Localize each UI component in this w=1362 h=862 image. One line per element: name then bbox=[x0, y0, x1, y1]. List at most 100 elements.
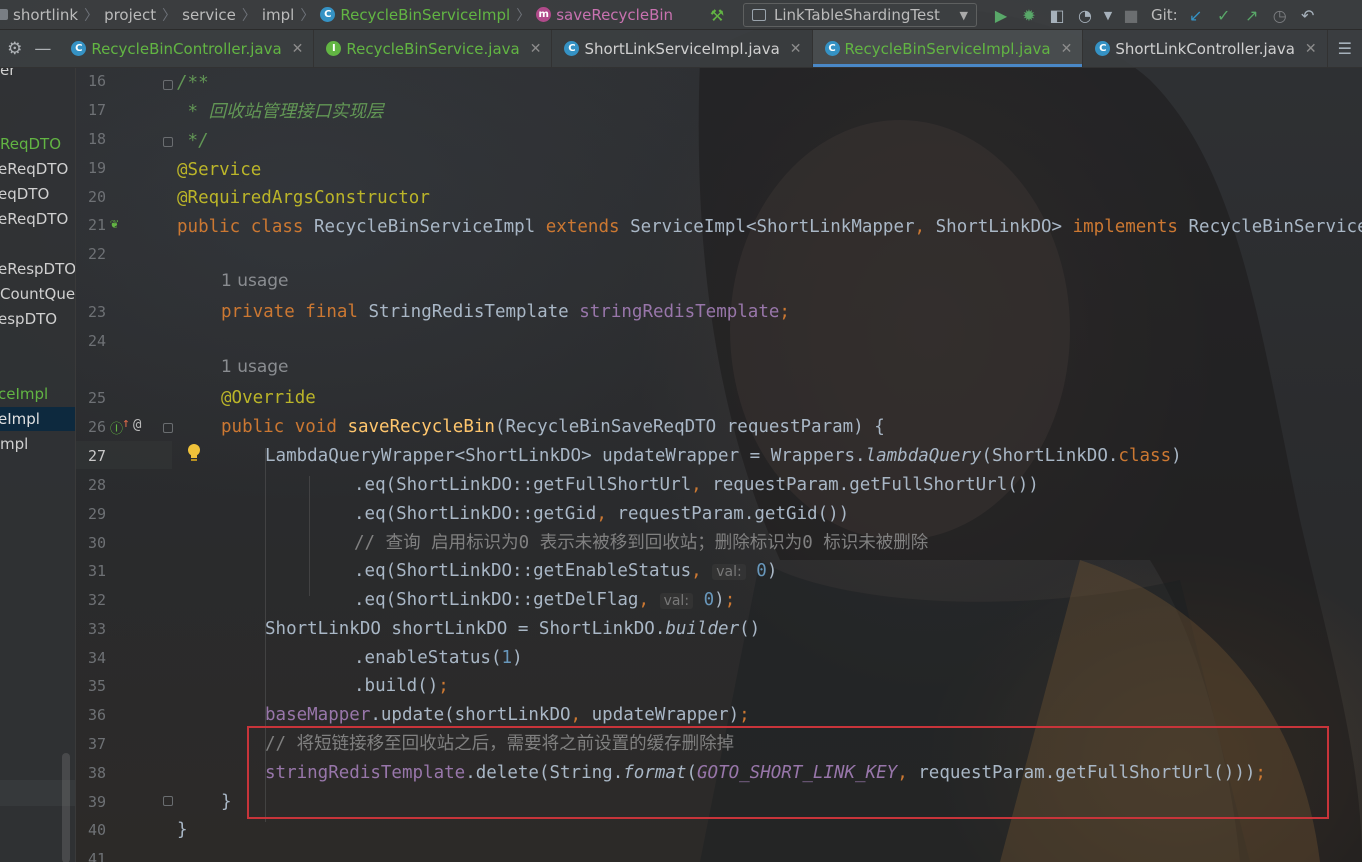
tree-item[interactable]: ceImpl bbox=[0, 382, 48, 406]
tree-item[interactable]: eqDTO bbox=[0, 182, 49, 206]
tab-shortlinkserviceimpl[interactable]: C ShortLinkServiceImpl.java ✕ bbox=[552, 30, 813, 67]
breadcrumb-item-service[interactable]: service bbox=[182, 6, 236, 24]
code-line-36: baseMapper.update(shortLinkDO, updateWra… bbox=[265, 701, 750, 729]
tree-item[interactable]: CountQue bbox=[0, 282, 75, 306]
git-commit-icon[interactable]: ✓ bbox=[1210, 2, 1238, 28]
breadcrumb-separator: 〉 bbox=[162, 7, 177, 24]
git-push-icon[interactable]: ↗ bbox=[1238, 2, 1266, 28]
line-number: 32 bbox=[87, 591, 106, 609]
code: ) bbox=[714, 590, 725, 610]
tree-item[interactable]: eReqDTO bbox=[0, 157, 68, 181]
editor-tab-bar: ⚙ — C RecycleBinController.java ✕ I Recy… bbox=[0, 30, 1362, 68]
run-configuration-dropdown[interactable]: LinkTableShardingTest ▼ bbox=[743, 3, 977, 27]
close-icon[interactable]: ✕ bbox=[1061, 41, 1073, 57]
tree-item[interactable]: mpl bbox=[0, 432, 28, 456]
tree-item[interactable]: eRespDTO bbox=[0, 257, 75, 281]
close-icon[interactable]: ✕ bbox=[292, 41, 304, 57]
debug-icon[interactable]: ✹ bbox=[1015, 2, 1043, 28]
parameter-hint: val: bbox=[712, 564, 746, 580]
annotation: @RequiredArgsConstructor bbox=[177, 188, 430, 208]
keyword: implements bbox=[1072, 217, 1189, 237]
coverage-icon[interactable]: ◧ bbox=[1043, 2, 1071, 28]
tab-label: RecycleBinService.java bbox=[346, 39, 520, 58]
class-name: RecycleBinServiceImpl bbox=[313, 217, 546, 237]
fold-marker[interactable] bbox=[163, 423, 173, 433]
line-number: 17 bbox=[87, 101, 106, 119]
rollback-icon[interactable]: ↶ bbox=[1294, 2, 1322, 28]
tab-overflow[interactable]: ☰ bbox=[1328, 30, 1362, 67]
code-line-19: @Service bbox=[177, 156, 261, 184]
class-icon: C bbox=[320, 7, 336, 22]
tree-item-label: eImpl bbox=[0, 410, 40, 428]
code-line-18: */ bbox=[177, 127, 209, 155]
close-icon[interactable]: ✕ bbox=[530, 41, 542, 57]
profile-icon[interactable]: ◔ bbox=[1071, 2, 1099, 28]
line-comment: // 查询 启用标识为0 表示未被移到回收站；删除标识为0 标识未被删除 bbox=[354, 533, 929, 553]
tree-item[interactable]: ReqDTO bbox=[0, 132, 61, 156]
breadcrumb-item-project[interactable]: project bbox=[104, 6, 156, 24]
more-run-chevron-icon[interactable]: ▼ bbox=[1099, 2, 1117, 28]
number: 1 bbox=[501, 648, 513, 668]
line-number: 33 bbox=[87, 620, 106, 638]
breadcrumb-item-class[interactable]: RecycleBinServiceImpl bbox=[340, 6, 510, 24]
code: updateWrapper) bbox=[591, 705, 740, 725]
static-method: lambdaQuery bbox=[865, 446, 982, 466]
close-icon[interactable]: ✕ bbox=[790, 41, 802, 57]
history-icon[interactable]: ◷ bbox=[1266, 2, 1294, 28]
field: stringRedisTemplate bbox=[265, 763, 466, 783]
line-number: 24 bbox=[87, 332, 106, 350]
code: ( bbox=[686, 763, 697, 783]
line-number: 28 bbox=[87, 476, 106, 494]
code-line-25: @Override bbox=[221, 384, 316, 412]
code: ) bbox=[1171, 446, 1182, 466]
tab-list-icon[interactable]: ☰ bbox=[1338, 39, 1352, 58]
tab-shortlinkcontroller[interactable]: C ShortLinkController.java ✕ bbox=[1083, 30, 1328, 67]
code-line-33: ShortLinkDO shortLinkDO = ShortLinkDO.bu… bbox=[265, 615, 760, 643]
fold-marker[interactable] bbox=[163, 80, 173, 90]
code-line-34: .enableStatus(1) bbox=[354, 644, 523, 672]
code: (ShortLinkDO. bbox=[981, 446, 1119, 466]
tree-item[interactable]: espDTO bbox=[0, 307, 57, 331]
project-scrollbar[interactable] bbox=[62, 753, 70, 862]
chevron-down-icon: ▼ bbox=[959, 8, 968, 22]
lightbulb-icon[interactable] bbox=[186, 443, 202, 463]
tab-label: RecycleBinServiceImpl.java bbox=[844, 39, 1051, 58]
tree-item[interactable]: eReqDTO bbox=[0, 207, 68, 231]
punctuation: , bbox=[570, 705, 592, 725]
keyword: public void bbox=[221, 417, 348, 437]
git-update-icon[interactable]: ↙ bbox=[1182, 2, 1210, 28]
semicolon: ; bbox=[779, 302, 790, 322]
tab-recyclebinservice[interactable]: I RecycleBinService.java ✕ bbox=[314, 30, 553, 67]
build-hammer-icon[interactable]: ⚒ bbox=[703, 2, 731, 28]
breadcrumb-item-shortlink[interactable]: shortlink bbox=[13, 6, 78, 24]
stop-icon[interactable]: ■ bbox=[1117, 2, 1145, 28]
method-name: saveRecycleBin bbox=[347, 417, 495, 437]
close-icon[interactable]: ✕ bbox=[1305, 41, 1317, 57]
type: ServiceImpl<ShortLinkMapper bbox=[630, 217, 915, 237]
constant: GOTO_SHORT_LINK_KEY bbox=[697, 763, 898, 783]
tree-item[interactable]: er bbox=[0, 68, 15, 82]
usage-hint[interactable]: 1 usage bbox=[221, 357, 289, 377]
override-up-arrow-icon[interactable]: ↑ bbox=[122, 416, 130, 431]
code-line-20: @RequiredArgsConstructor bbox=[177, 184, 430, 212]
usage-hint[interactable]: 1 usage bbox=[221, 271, 289, 291]
gear-icon[interactable]: ⚙ bbox=[7, 39, 22, 59]
tab-recyclebincontroller[interactable]: C RecycleBinController.java ✕ bbox=[59, 30, 315, 67]
at-sign-icon[interactable]: @ bbox=[133, 417, 141, 433]
tree-item-selected[interactable]: eImpl bbox=[0, 407, 75, 431]
parameter-hint: val: bbox=[659, 593, 694, 609]
line-number: 41 bbox=[87, 850, 106, 862]
keyword: private final bbox=[221, 302, 369, 322]
breadcrumb-item-method[interactable]: saveRecycleBin bbox=[556, 6, 673, 24]
minimize-icon[interactable]: — bbox=[34, 39, 51, 59]
punctuation: , bbox=[691, 561, 713, 581]
fold-marker[interactable] bbox=[163, 137, 173, 147]
fold-marker[interactable] bbox=[163, 796, 173, 806]
run-icon[interactable]: ▶ bbox=[987, 2, 1015, 28]
tab-recyclebinserviceimpl[interactable]: C RecycleBinServiceImpl.java ✕ bbox=[812, 30, 1084, 67]
spring-bean-icon[interactable]: ❦ bbox=[110, 216, 118, 232]
code-editor[interactable]: /** * 回收站管理接口实现层 */ @Service @RequiredAr… bbox=[177, 68, 1362, 862]
code-line-37: // 将短链接移至回收站之后，需要将之前设置的缓存删除掉 bbox=[265, 730, 734, 758]
punctuation: , bbox=[897, 763, 919, 783]
breadcrumb-item-impl[interactable]: impl bbox=[262, 6, 294, 24]
